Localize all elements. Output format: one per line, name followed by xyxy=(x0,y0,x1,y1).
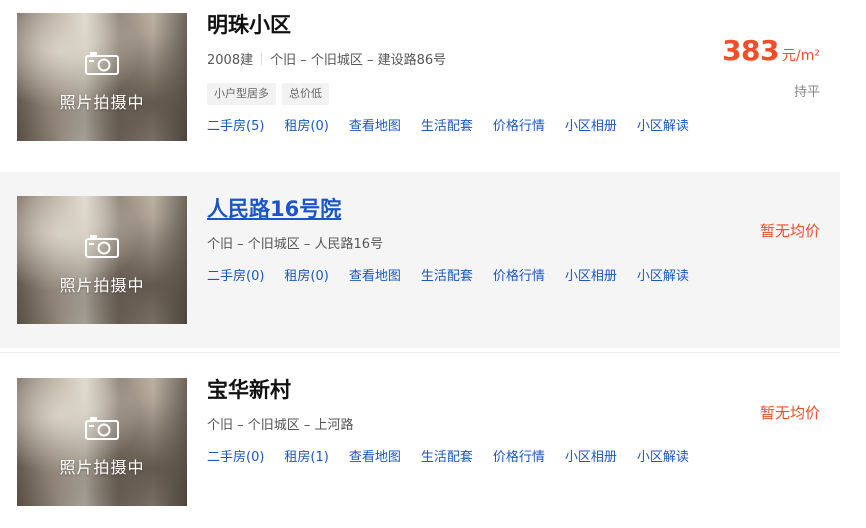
camera-icon xyxy=(85,52,119,75)
price-box: 383 元/m² 持平 xyxy=(722,34,820,100)
community-meta: 个旧 – 个旧城区 – 人民路16号 xyxy=(207,236,687,254)
price-box: 暂无均价 xyxy=(760,402,820,423)
list-item: 照片拍摄中 宝华新村 个旧 – 个旧城区 – 上河路 二手房(0) 租房(1) 查看… xyxy=(0,352,840,528)
link-rent[interactable]: 租房(0) xyxy=(284,119,328,134)
community-links: 二手房(5) 租房(0) 查看地图 生活配套 价格行情 小区相册 小区解读 xyxy=(207,118,689,136)
tag: 小户型居多 xyxy=(207,83,276,105)
community-name[interactable]: 人民路16号院 xyxy=(207,194,687,224)
community-info: 明珠小区 2008建 个旧 – 个旧城区 – 建设路86号 小户型居多 总价低 二手… xyxy=(207,10,689,136)
photo-placeholder-label: 照片拍摄中 xyxy=(59,276,145,295)
link-review[interactable]: 小区解读 xyxy=(637,269,689,284)
link-rent[interactable]: 租房(0) xyxy=(284,269,328,284)
tag: 总价低 xyxy=(282,83,329,105)
community-name[interactable]: 明珠小区 xyxy=(207,10,687,40)
community-info: 宝华新村 个旧 – 个旧城区 – 上河路 二手房(0) 租房(1) 查看地图 生活配套… xyxy=(207,375,689,467)
camera-icon xyxy=(85,235,119,258)
link-review[interactable]: 小区解读 xyxy=(637,450,689,465)
link-price-trend[interactable]: 价格行情 xyxy=(493,119,545,134)
link-secondhand[interactable]: 二手房(0) xyxy=(207,269,264,284)
link-album[interactable]: 小区相册 xyxy=(565,119,617,134)
link-map[interactable]: 查看地图 xyxy=(349,450,401,465)
community-photo[interactable]: 照片拍摄中 xyxy=(17,196,187,324)
link-review[interactable]: 小区解读 xyxy=(637,119,689,134)
meta-divider xyxy=(261,53,263,65)
link-map[interactable]: 查看地图 xyxy=(349,119,401,134)
photo-placeholder-label: 照片拍摄中 xyxy=(59,93,145,112)
camera-icon xyxy=(85,417,119,440)
price-box: 暂无均价 xyxy=(760,220,820,241)
price-unit: 元/m² xyxy=(782,48,820,64)
link-price-trend[interactable]: 价格行情 xyxy=(493,269,545,284)
community-meta: 个旧 – 个旧城区 – 上河路 xyxy=(207,417,687,435)
link-album[interactable]: 小区相册 xyxy=(565,450,617,465)
link-map[interactable]: 查看地图 xyxy=(349,269,401,284)
community-photo[interactable]: 照片拍摄中 xyxy=(17,13,187,141)
community-name[interactable]: 宝华新村 xyxy=(207,375,687,405)
link-price-trend[interactable]: 价格行情 xyxy=(493,450,545,465)
list-item: 照片拍摄中 明珠小区 2008建 个旧 – 个旧城区 – 建设路86号 小户型居多… xyxy=(0,0,840,176)
community-links: 二手房(0) 租房(0) 查看地图 生活配套 价格行情 小区相册 小区解读 xyxy=(207,268,689,286)
community-location: 个旧 – 个旧城区 – 上河路 xyxy=(207,418,354,433)
no-price-label: 暂无均价 xyxy=(759,404,820,422)
build-year: 2008建 xyxy=(207,53,254,68)
link-album[interactable]: 小区相册 xyxy=(565,269,617,284)
link-secondhand[interactable]: 二手房(0) xyxy=(207,450,264,465)
link-amenities[interactable]: 生活配套 xyxy=(421,269,473,284)
tag-list: 小户型居多 总价低 xyxy=(207,82,687,105)
link-amenities[interactable]: 生活配套 xyxy=(421,119,473,134)
community-meta: 2008建 个旧 – 个旧城区 – 建设路86号 xyxy=(207,52,687,70)
no-price-label: 暂无均价 xyxy=(759,222,820,240)
avg-price: 383 xyxy=(722,34,780,67)
photo-placeholder-label: 照片拍摄中 xyxy=(59,458,145,477)
link-rent[interactable]: 租房(1) xyxy=(284,450,328,465)
community-location: 个旧 – 个旧城区 – 建设路86号 xyxy=(270,53,447,68)
community-info: 人民路16号院 个旧 – 个旧城区 – 人民路16号 二手房(0) 租房(0) 查看… xyxy=(207,194,689,286)
list-item: 照片拍摄中 人民路16号院 个旧 – 个旧城区 – 人民路16号 二手房(0) 租… xyxy=(0,172,840,348)
community-list: 照片拍摄中 明珠小区 2008建 个旧 – 个旧城区 – 建设路86号 小户型居多… xyxy=(0,0,866,520)
link-amenities[interactable]: 生活配套 xyxy=(421,450,473,465)
community-photo[interactable]: 照片拍摄中 xyxy=(17,378,187,506)
price-trend: 持平 xyxy=(793,85,820,100)
community-links: 二手房(0) 租房(1) 查看地图 生活配套 价格行情 小区相册 小区解读 xyxy=(207,449,689,467)
link-secondhand[interactable]: 二手房(5) xyxy=(207,119,264,134)
community-location: 个旧 – 个旧城区 – 人民路16号 xyxy=(207,237,384,252)
